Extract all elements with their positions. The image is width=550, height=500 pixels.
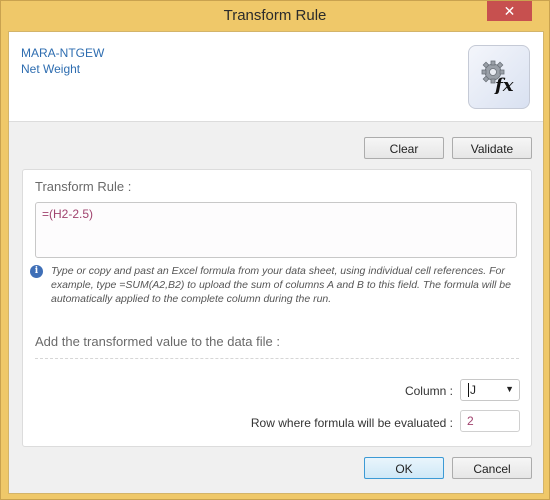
chevron-down-icon: ▼ [505,384,514,394]
dialog-body: MARA-NTGEW Net Weight fx Clear Validate … [8,31,544,494]
row-input[interactable]: 2 [460,410,520,432]
title-bar: Transform Rule ✕ [1,1,549,31]
close-button[interactable]: ✕ [487,1,532,21]
section-divider [35,358,519,359]
validate-button[interactable]: Validate [452,137,532,159]
column-value: J [468,383,476,397]
field-header: MARA-NTGEW Net Weight fx [9,32,543,122]
column-select[interactable]: J ▼ [460,379,520,401]
svg-text:fx: fx [493,75,514,94]
info-text: Type or copy and past an Excel formula f… [51,265,511,305]
formula-input[interactable]: =(H2-2.5) [35,202,517,258]
field-code: MARA-NTGEW [21,46,105,60]
target-section-title: Add the transformed value to the data fi… [35,334,280,349]
row-label: Row where formula will be evaluated : [250,416,453,430]
window-title: Transform Rule [223,7,327,24]
rule-panel: Transform Rule : =(H2-2.5) i Type or cop… [22,169,532,447]
info-icon: i [30,265,43,278]
transform-rule-dialog: Transform Rule ✕ MARA-NTGEW Net Weight f… [0,0,550,500]
close-icon: ✕ [503,3,516,19]
field-name: Net Weight [21,62,81,76]
gear-fx-icon: fx [468,45,530,109]
cancel-button[interactable]: Cancel [452,457,532,479]
ok-button[interactable]: OK [364,457,444,479]
rule-section-title: Transform Rule : [35,179,132,194]
column-label: Column : [404,384,453,398]
clear-button[interactable]: Clear [364,137,444,159]
